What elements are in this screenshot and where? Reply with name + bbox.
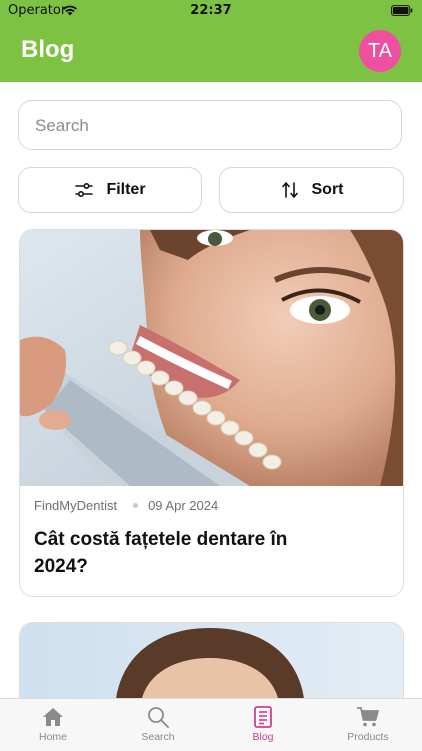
post-source: FindMyDentist (34, 498, 118, 513)
page-title: Blog (21, 36, 75, 63)
search-box[interactable] (18, 100, 402, 151)
search-icon (148, 707, 169, 728)
tab-bar: Home Search Blog Products (0, 698, 422, 751)
clock: 22:37 (190, 3, 232, 18)
sort-button[interactable]: Sort (219, 167, 404, 213)
tab-label: Products (347, 731, 389, 743)
post-title[interactable]: Cât costă fațetele dentare în 2024? (34, 526, 344, 580)
post-meta: FindMyDentist 09 Apr 2024 (34, 498, 218, 513)
tab-label: Search (141, 731, 175, 743)
blog-icon (254, 706, 272, 728)
sort-label: Sort (311, 181, 344, 198)
cart-icon (357, 707, 379, 727)
filter-label: Filter (106, 181, 146, 198)
tab-products[interactable]: Products (328, 705, 408, 743)
tab-label: Home (38, 731, 67, 743)
separator-dot (133, 503, 139, 508)
tab-label: Blog (252, 731, 274, 743)
status-bar: Operator 22:37 (0, 0, 422, 22)
sort-icon (281, 182, 298, 198)
battery-icon (391, 5, 413, 16)
post-date: 09 Apr 2024 (148, 498, 219, 513)
filter-icon (75, 182, 94, 198)
tab-home[interactable]: Home (13, 705, 93, 743)
blog-post-card[interactable]: FindMyDentist 09 Apr 2024 Cât costă fațet… (19, 229, 404, 597)
post-image (20, 230, 403, 486)
avatar[interactable]: TA (359, 30, 401, 72)
filter-button[interactable]: Filter (18, 167, 202, 213)
search-input[interactable] (33, 101, 377, 151)
tab-search[interactable]: Search (118, 705, 198, 743)
tab-blog[interactable]: Blog (223, 705, 303, 743)
home-icon (43, 708, 63, 726)
app-bar: Blog TA (0, 22, 422, 82)
